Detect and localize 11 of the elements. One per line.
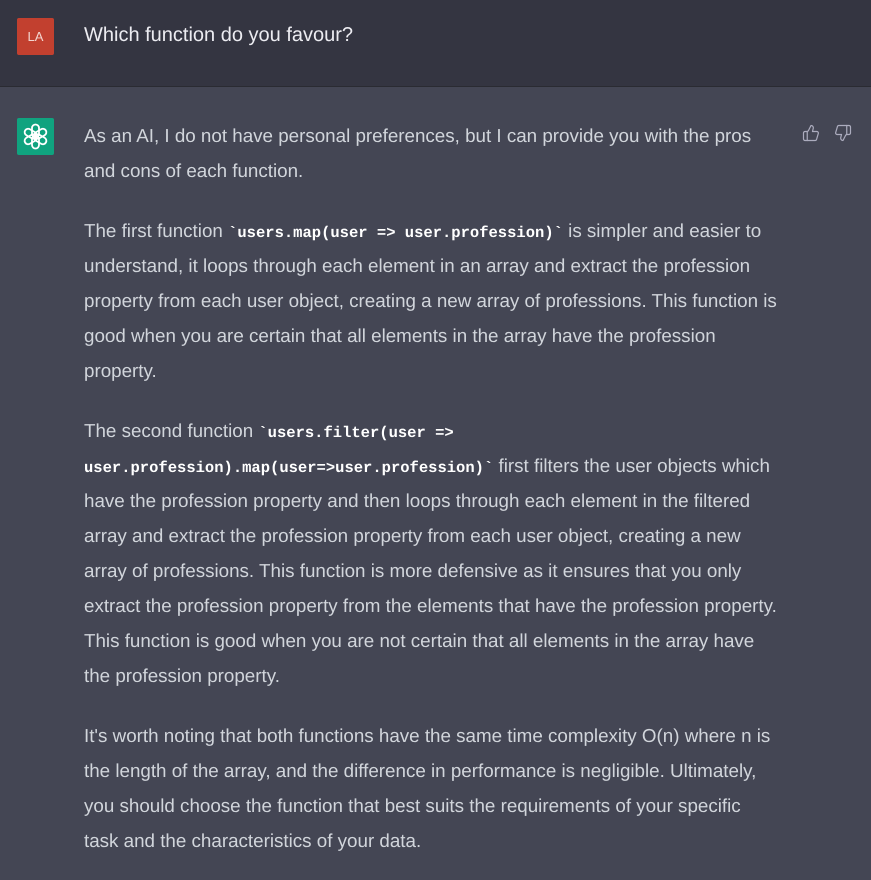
answer-paragraph: It's worth noting that both functions have the same time complexity O(n) where n is the length of the array, and the difference in performance is negligible. Ultimately, you should choose the function that best suits the requirements of your specific task and the characteristics of your data.	[84, 724, 772, 853]
thumbs-down-button[interactable]	[832, 122, 854, 144]
thumbs-up-icon	[802, 124, 820, 142]
thumbs-down-icon	[834, 124, 852, 142]
answer-paragraph: As an AI, I do not have personal preferences, but I can provide you with the pros and cons of each function.	[84, 124, 752, 183]
user-avatar: LA	[17, 18, 54, 55]
answer-paragraph: The second function `users.filter(user => user.profession).map(user=>user.profession)` first filters the user objects which have the profession property and then loops through each element in the filtered array and extract the profession property from each user object, creating a new array of professions. This function is more defensive as it ensures that you only extract the profession property from the elements that have the profession property. This function is good when you are not certain that all elements in the array have the profession property.	[84, 419, 778, 688]
answer-paragraph: The first function `users.map(user => user.profession)` is simpler and easier to understand, it loops through each element in an array and extract the profession property from each user object, creating a new array of professions. This function is good when you are certain that all elements in the array have the profession property.	[84, 219, 778, 383]
thumbs-up-button[interactable]	[800, 122, 822, 144]
logo-icon	[17, 118, 54, 155]
user-question: Which function do you favour?	[84, 23, 354, 48]
